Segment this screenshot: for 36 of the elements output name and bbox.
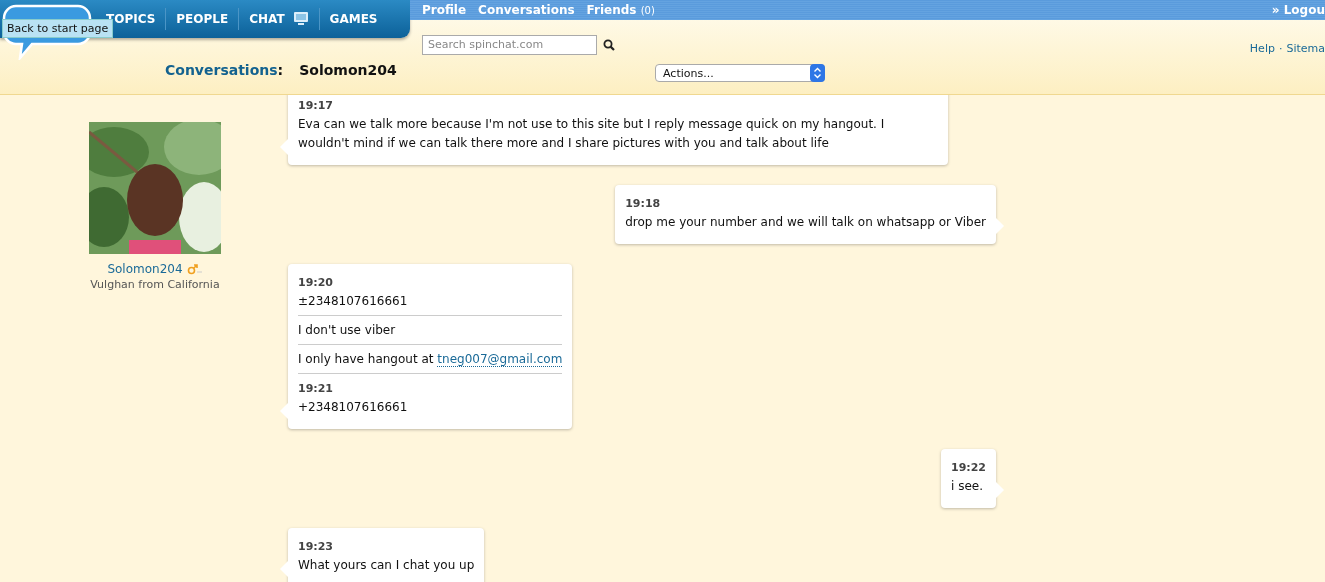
message-time: 19:18 [625, 196, 662, 212]
breadcrumb-name: Solomon204 [299, 62, 397, 78]
dropdown-arrows-icon [810, 64, 825, 82]
top-link[interactable]: Profile [422, 3, 467, 17]
breadcrumb-section[interactable]: Conversations: [165, 62, 284, 78]
message-text: ±2348107616661 [298, 293, 409, 310]
message-text: I don't use viber [298, 322, 397, 339]
message-time: 19:21 [298, 381, 334, 397]
email-link[interactable]: tneg007@gmail.com [437, 352, 563, 367]
message-time: 19:17 [298, 98, 334, 114]
message-time: 19:22 [951, 460, 986, 476]
message-time: 19:23 [298, 539, 334, 555]
search-field[interactable]: Search spinchat.com [422, 34, 597, 55]
nav-link[interactable]: PEOPLE [165, 8, 239, 30]
actions-dropdown[interactable]: Actions... [655, 64, 825, 82]
message-text: +2348107616661 [298, 399, 409, 416]
profile-location: Vulghan from California [90, 278, 220, 291]
search-icon[interactable] [603, 38, 615, 51]
message-text: i see. [951, 478, 984, 495]
message-text: drop me your number and we will talk on whatsapp or Viber [625, 214, 986, 231]
message-text: I only have hangout at tneg007@gmail.com [298, 351, 563, 369]
monitor-icon [292, 12, 309, 26]
nav-link[interactable]: CHAT [238, 8, 319, 30]
help-link[interactable]: Help [1249, 42, 1275, 55]
nav-link[interactable]: GAMES [318, 8, 388, 30]
logout-link[interactable]: » Logou [1271, 3, 1325, 17]
tooltip: Back to start page [2, 19, 114, 38]
message-text: What yours can I chat you up [298, 557, 475, 574]
message-text: Eva can we talk more because I'm not use to this site but I reply message quick on my hangout. I wouldn't mind if we can talk there more and I share pictures with you and talk about life [298, 116, 886, 152]
link-separator: · [1278, 42, 1283, 55]
profile-name-link[interactable]: Solomon204 [107, 262, 183, 276]
message-time: 19:20 [298, 275, 334, 291]
help-link[interactable]: Sitema [1286, 42, 1325, 55]
top-link[interactable]: Conversations [478, 3, 575, 17]
top-link[interactable]: Friends (0) [586, 3, 655, 17]
male-symbol-icon [186, 263, 203, 275]
